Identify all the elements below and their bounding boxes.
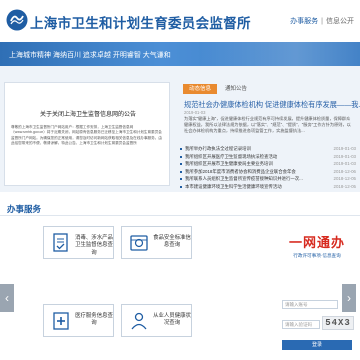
bullet-icon bbox=[180, 155, 182, 158]
service-health-status-query[interactable]: 从业人员健康状况查询 bbox=[121, 304, 192, 337]
news-title[interactable]: 我所组织区开展医疗卫生监督现场执法检查活动 bbox=[185, 153, 310, 161]
news-date: 2019-01-03 bbox=[333, 161, 356, 167]
food-standard-icon bbox=[130, 235, 148, 251]
news-title[interactable]: 我所联系人员组织卫生监督所宣传疫苗接种知识并进行一次... bbox=[185, 175, 310, 183]
headline-title[interactable]: 规范社会办健康体检机构 促进健康体检有序发展——我... bbox=[184, 100, 360, 110]
carousel-next-button[interactable]: › bbox=[342, 284, 356, 312]
medical-service-icon bbox=[53, 312, 69, 330]
banner-decoration bbox=[200, 42, 360, 66]
news-item[interactable]: 我所联系人员组织卫生监督所宣传疫苗接种知识并进行一次... 2018-12-05 bbox=[180, 175, 356, 183]
slogan-banner: 上海城市精神 海纳百川 追求卓越 开明睿智 大气谦和 bbox=[0, 42, 360, 66]
services-heading: 办事服务 bbox=[7, 204, 42, 214]
headline-summary: 为落实"健康上海"，促进健康体检行业规范有序可持续发展，提升健康体检质量，保障群… bbox=[184, 116, 351, 133]
headline-date: 2019-01-03 bbox=[184, 110, 206, 115]
one-stop-service-subtitle: 行政许可事项·信息查询 bbox=[293, 253, 341, 258]
news-item[interactable]: 我所组织区开展市卫生健康委局主要业务培训 2019-01-03 bbox=[180, 160, 356, 168]
carousel-prev-button[interactable]: ‹ bbox=[0, 284, 14, 312]
news-title[interactable]: 本市建设健康环境卫生科学生活健康环境宣传活动 bbox=[185, 183, 310, 191]
service-label: 食品安全标准信息查询 bbox=[153, 235, 191, 249]
tab-news[interactable]: 动态信息 bbox=[183, 84, 217, 94]
document-check-icon bbox=[53, 233, 68, 252]
account-input[interactable]: 请输入账号 bbox=[282, 300, 338, 309]
top-links-separator: | bbox=[321, 18, 323, 25]
site-title[interactable]: 上海市卫生和计划生育委员会监督所 bbox=[30, 12, 251, 32]
site-logo-icon[interactable] bbox=[6, 9, 28, 31]
news-date: 2018-12-05 bbox=[333, 183, 356, 189]
bullet-icon bbox=[180, 163, 182, 166]
notice-body: 尊敬的上海市卫生监督所门户网站用户：根据工作安排，上海卫生监督信息网（www.s… bbox=[11, 125, 162, 146]
news-date: 2018-12-05 bbox=[333, 176, 356, 182]
news-date: 2019-01-03 bbox=[333, 153, 356, 159]
news-item[interactable]: 本市建设健康环境卫生科学生活健康环境宣传活动 2018-12-05 bbox=[180, 183, 356, 191]
tab-notices[interactable]: 通知公告 bbox=[219, 84, 253, 94]
verification-code-input[interactable]: 请输入验证码 bbox=[282, 320, 320, 329]
notice-title[interactable]: 关于关闭上海卫生监督信息网的公告 bbox=[5, 109, 171, 118]
bullet-icon bbox=[180, 148, 182, 150]
bullet-icon bbox=[180, 170, 182, 173]
service-disinfection-query[interactable]: 消毒、涉水产品卫生监督信息查询 bbox=[43, 226, 114, 259]
link-services[interactable]: 办事服务 bbox=[290, 18, 318, 25]
person-health-icon bbox=[131, 312, 147, 330]
news-list: 我所举办行政执法全过程记录培训 2019-01-03 我所组织区开展医疗卫生监督现… bbox=[180, 145, 356, 191]
service-label: 医疗服务信息查询 bbox=[75, 313, 113, 327]
news-date: 2018-12-06 bbox=[333, 168, 356, 174]
news-title[interactable]: 我所举办行政执法全过程记录培训 bbox=[185, 145, 310, 153]
news-item[interactable]: 我所组织区开展医疗卫生监督现场执法检查活动 2019-01-03 bbox=[180, 153, 356, 161]
service-medical-query[interactable]: 医疗服务信息查询 bbox=[43, 304, 114, 337]
link-disclosure[interactable]: 信息公开 bbox=[326, 18, 354, 25]
page: 上海市卫生和计划生育委员会监督所 办事服务 | 信息公开 上海城市精神 海纳百川 追… bbox=[0, 0, 360, 360]
captcha-image[interactable]: 54X3 bbox=[322, 316, 354, 330]
news-title[interactable]: 我所组织区开展市卫生健康委局主要业务培训 bbox=[185, 160, 310, 168]
services-divider bbox=[0, 215, 360, 216]
news-date: 2019-01-03 bbox=[333, 146, 356, 151]
banner-slogan: 上海城市精神 海纳百川 追求卓越 开明睿智 大气谦和 bbox=[9, 52, 171, 59]
news-item[interactable]: 我所举办行政执法全过程记录培训 2019-01-03 bbox=[180, 145, 356, 153]
one-stop-service-title[interactable]: 一网通办 bbox=[285, 232, 349, 254]
one-stop-service-banner[interactable]: 一网通办 行政许可事项·信息查询 bbox=[282, 232, 352, 262]
news-title[interactable]: 我所参加2018年度市消费者协会和消费品企业联合会年会 bbox=[185, 168, 310, 176]
bullet-icon bbox=[180, 185, 182, 188]
service-food-standard-query[interactable]: 食品安全标准信息查询 bbox=[121, 226, 192, 259]
bullet-icon bbox=[180, 178, 182, 181]
header: 上海市卫生和计划生育委员会监督所 办事服务 | 信息公开 bbox=[0, 0, 360, 42]
login-button[interactable]: 登录 bbox=[282, 340, 352, 350]
notice-card[interactable]: 关于关闭上海卫生监督信息网的公告 尊敬的上海市卫生监督所门户网站用户：根据工作安… bbox=[4, 82, 170, 186]
service-label: 从业人员健康状况查询 bbox=[153, 313, 191, 327]
service-label: 消毒、涉水产品卫生监督信息查询 bbox=[75, 235, 113, 256]
top-links: 办事服务 | 信息公开 bbox=[290, 16, 354, 26]
news-item[interactable]: 我所参加2018年度市消费者协会和消费品企业联合会年会 2018-12-06 bbox=[180, 168, 356, 176]
